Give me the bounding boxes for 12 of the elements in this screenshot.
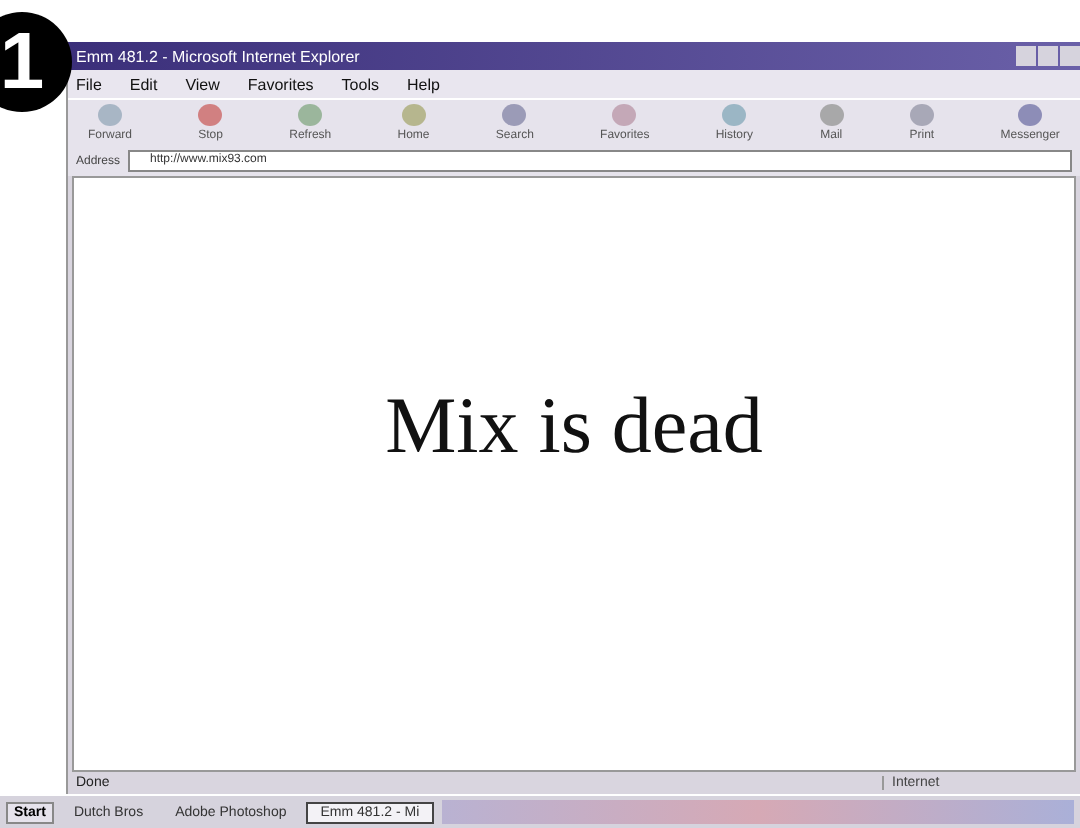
number-badge: 1 [0,12,72,112]
headline: Mix is dead [385,378,763,474]
menu-item[interactable]: View [185,76,220,94]
menu-item[interactable]: File [76,76,102,94]
menu-item[interactable]: Edit [129,76,158,94]
window-title: Emm 481.2 - Microsoft Internet Explorer [76,47,360,65]
menu-item[interactable]: Tools [341,76,379,94]
menu-item[interactable]: Help [406,76,440,94]
minimize-button[interactable] [1016,46,1036,66]
maximize-button[interactable] [1038,46,1058,66]
menu-item[interactable]: Favorites [247,76,314,94]
close-button[interactable] [1060,46,1080,66]
